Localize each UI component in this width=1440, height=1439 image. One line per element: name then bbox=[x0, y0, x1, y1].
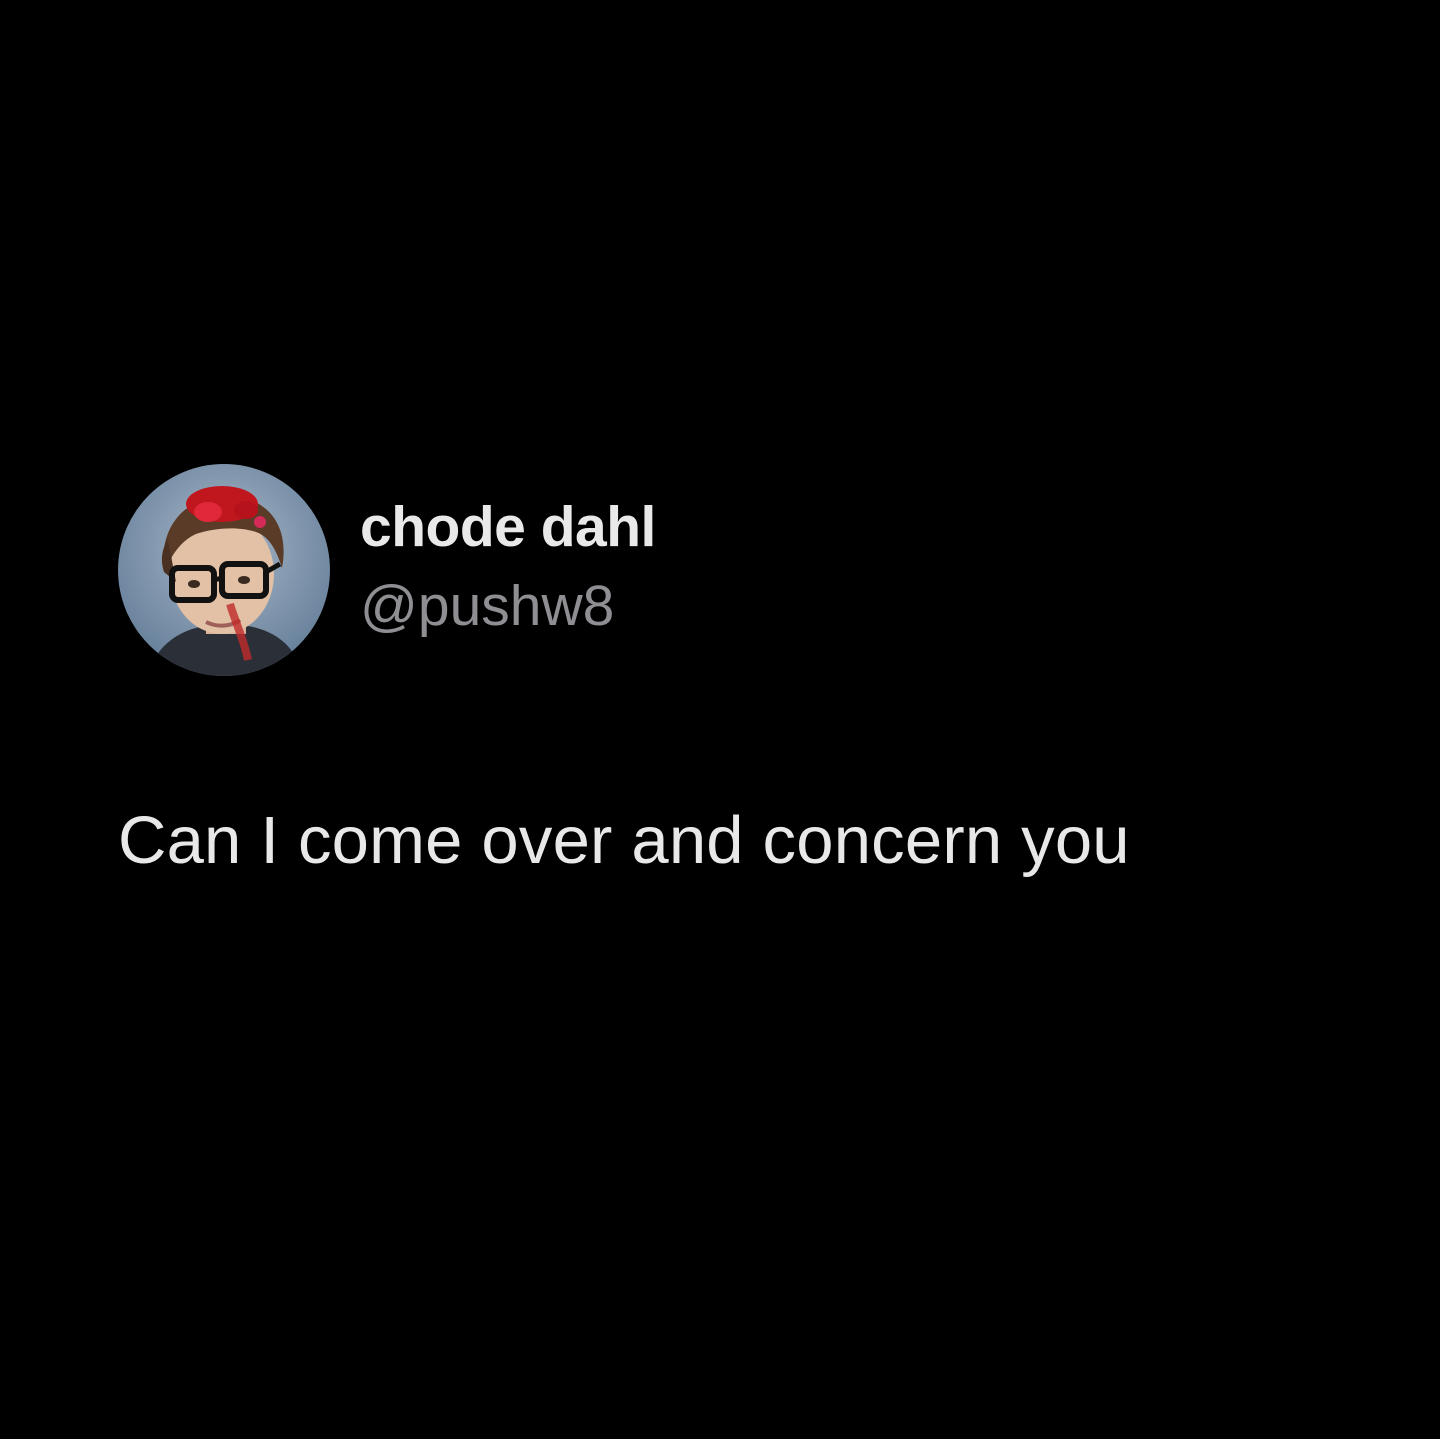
user-handle[interactable]: @pushw8 bbox=[360, 572, 656, 640]
tweet-card[interactable]: chode dahl @pushw8 Can I come over and c… bbox=[118, 464, 1358, 881]
profile-photo-icon bbox=[118, 464, 330, 676]
avatar[interactable] bbox=[118, 464, 330, 676]
author-names: chode dahl @pushw8 bbox=[360, 494, 656, 640]
screen: chode dahl @pushw8 Can I come over and c… bbox=[0, 0, 1440, 1439]
tweet-header: chode dahl @pushw8 bbox=[118, 464, 1358, 676]
display-name[interactable]: chode dahl bbox=[360, 494, 656, 560]
tweet-text: Can I come over and concern you bbox=[118, 803, 1130, 878]
